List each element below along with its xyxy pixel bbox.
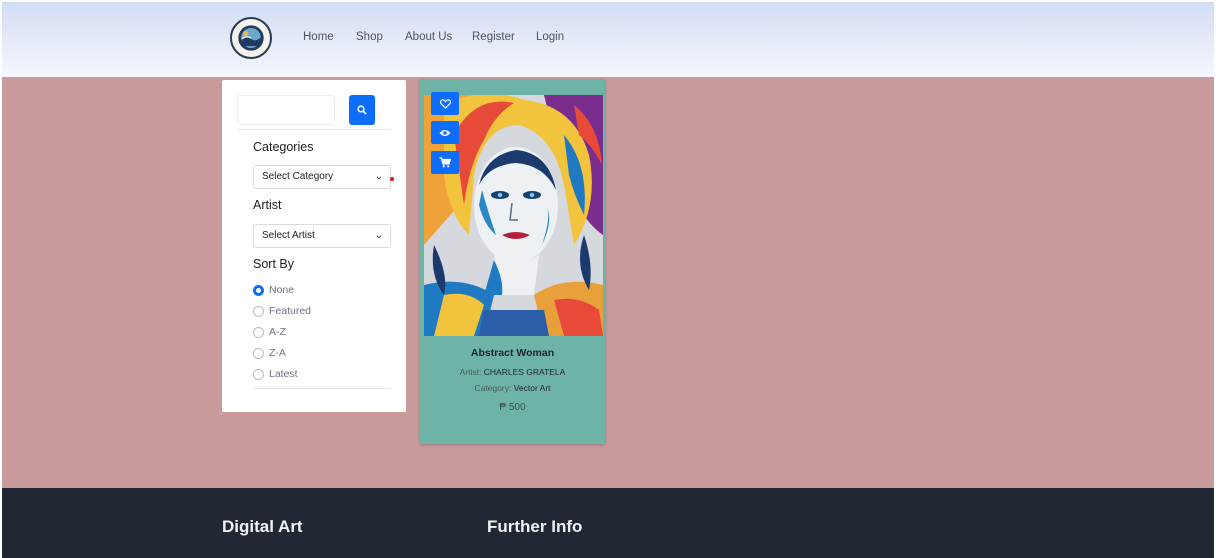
search-input[interactable] xyxy=(237,95,335,125)
nav-login[interactable]: Login xyxy=(536,31,564,43)
category-prefix: Category: xyxy=(474,383,512,393)
nav-shop[interactable]: Shop xyxy=(356,31,383,43)
radio-label: Latest xyxy=(269,368,298,380)
add-to-cart-button[interactable] xyxy=(431,151,459,174)
nav-home[interactable]: Home xyxy=(303,31,334,43)
artist-select[interactable]: Select Artist ⌄ xyxy=(253,224,391,248)
product-price: ₱ 500 xyxy=(499,402,526,413)
radio-label: Featured xyxy=(269,305,312,317)
site-footer xyxy=(2,488,1214,558)
sort-option-featured[interactable]: Featured xyxy=(253,304,311,318)
footer-heading-digital-art: Digital Art xyxy=(222,517,303,536)
radio-button[interactable] xyxy=(253,347,264,359)
chevron-down-icon: ⌄ xyxy=(374,230,383,241)
product-category: Category: Vector Art xyxy=(420,383,605,393)
artist-name: CHARLES GRATELA xyxy=(483,367,566,377)
radio-label: A-Z xyxy=(269,326,286,338)
radio-label: Z-A xyxy=(269,347,286,359)
artist-heading: Artist xyxy=(253,198,282,212)
category-select[interactable]: Select Category ⌄ xyxy=(253,165,391,189)
quick-view-button[interactable] xyxy=(431,121,459,144)
radio-button[interactable] xyxy=(253,305,264,317)
nav-register[interactable]: Register xyxy=(472,31,515,43)
artist-prefix: Artist: xyxy=(459,367,482,377)
sort-option-a-z[interactable]: A-Z xyxy=(253,325,286,339)
search-icon xyxy=(357,105,367,115)
sort-option-none[interactable]: None xyxy=(253,283,294,297)
divider xyxy=(237,129,391,130)
search-button[interactable] xyxy=(349,95,375,125)
categories-heading: Categories xyxy=(253,140,314,154)
sort-heading: Sort By xyxy=(253,257,294,271)
eye-icon xyxy=(439,129,451,136)
radio-button[interactable] xyxy=(253,326,264,338)
site-header xyxy=(2,2,1214,77)
artist-select-value: Select Artist xyxy=(262,230,315,241)
wishlist-button[interactable] xyxy=(431,92,459,115)
shop-content-area xyxy=(2,77,1214,488)
sort-option-latest[interactable]: Latest xyxy=(253,367,298,381)
sort-option-z-a[interactable]: Z-A xyxy=(253,346,286,360)
category-name: Vector Art xyxy=(513,383,551,393)
radio-label: None xyxy=(269,284,295,296)
heart-icon xyxy=(439,98,451,109)
radio-button[interactable] xyxy=(253,368,264,380)
divider xyxy=(253,388,391,389)
product-artist: Artist: CHARLES GRATELA xyxy=(420,367,605,377)
radio-button[interactable] xyxy=(253,284,264,296)
product-title[interactable]: Abstract Woman xyxy=(420,347,605,359)
indicator-dot xyxy=(390,177,394,181)
footer-heading-further-info: Further Info xyxy=(487,517,583,536)
site-logo[interactable] xyxy=(230,17,272,59)
category-select-value: Select Category xyxy=(262,171,334,182)
nav-about[interactable]: About Us xyxy=(405,31,452,43)
cart-icon xyxy=(439,157,451,168)
chevron-down-icon: ⌄ xyxy=(374,171,383,182)
